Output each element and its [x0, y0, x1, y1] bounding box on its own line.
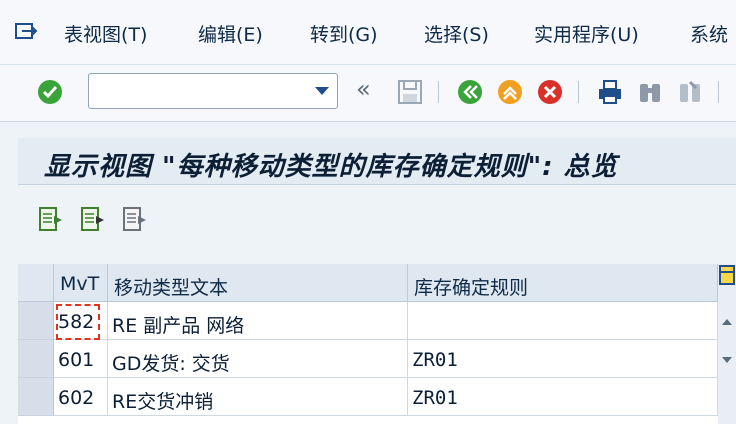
- menu-bar: 表视图(T) 编辑(E) 转到(G) 选择(S) 实用程序(U) 系统: [0, 0, 736, 65]
- cell-stock-determination-rule[interactable]: ZR01: [408, 340, 718, 378]
- collapse-command-icon[interactable]: «: [356, 75, 384, 103]
- previous-entry-icon[interactable]: [80, 206, 106, 232]
- enter-check-icon[interactable]: [36, 78, 64, 106]
- toolbar-separator: [578, 81, 579, 103]
- toolbar-separator: [438, 81, 439, 103]
- column-header-stock-determination-rule[interactable]: 库存确定规则: [408, 264, 718, 302]
- menu-system[interactable]: 系统: [690, 20, 728, 47]
- command-field[interactable]: [88, 73, 338, 109]
- chevron-down-icon[interactable]: [315, 87, 329, 95]
- screen-title-bar: 显示视图 "每种移动类型的库存确定规则": 总览: [18, 138, 736, 185]
- standard-toolbar: «: [0, 65, 736, 122]
- menu-edit[interactable]: 编辑(E): [198, 20, 263, 47]
- page-title: 显示视图 "每种移动类型的库存确定规则": 总览: [44, 152, 618, 182]
- details-icon[interactable]: [38, 206, 64, 232]
- table-control: MvT 移动类型文本 库存确定规则 582 RE 副产品 网络 601 GD发货…: [18, 264, 736, 424]
- menu-selection[interactable]: 选择(S): [424, 20, 489, 47]
- application-toolbar: [18, 186, 736, 248]
- table-row[interactable]: 601 GD发货: 交货 ZR01: [18, 340, 718, 378]
- cancel-icon[interactable]: [536, 78, 564, 106]
- toolbar-separator: [718, 81, 719, 103]
- cell-movement-type-text[interactable]: RE交货冲销: [108, 378, 408, 416]
- scroll-up-icon[interactable]: [721, 312, 733, 331]
- print-icon[interactable]: [596, 78, 624, 106]
- row-selector[interactable]: [18, 378, 54, 416]
- save-icon[interactable]: [396, 78, 424, 106]
- cell-stock-determination-rule[interactable]: ZR01: [408, 378, 718, 416]
- table-row[interactable]: 582 RE 副产品 网络: [18, 302, 718, 340]
- exit-icon[interactable]: [496, 78, 524, 106]
- table-row[interactable]: 602 RE交货冲销 ZR01: [18, 378, 718, 416]
- cell-mvt[interactable]: 602: [54, 378, 108, 416]
- row-selector[interactable]: [18, 302, 54, 340]
- cell-stock-determination-rule[interactable]: [408, 302, 718, 340]
- next-entry-icon[interactable]: [122, 206, 148, 232]
- column-settings-icon[interactable]: [719, 264, 735, 290]
- cell-movement-type-text[interactable]: GD发货: 交货: [108, 340, 408, 378]
- menu-utilities[interactable]: 实用程序(U): [534, 20, 639, 47]
- column-header-movement-type-text[interactable]: 移动类型文本: [108, 264, 408, 302]
- cell-movement-type-text[interactable]: RE 副产品 网络: [108, 302, 408, 340]
- menu-table-view[interactable]: 表视图(T): [64, 20, 147, 47]
- row-selector[interactable]: [18, 340, 54, 378]
- back-icon[interactable]: [456, 78, 484, 106]
- cell-mvt[interactable]: 601: [54, 340, 108, 378]
- find-next-icon[interactable]: [676, 78, 704, 106]
- cell-mvt[interactable]: 582: [54, 302, 108, 340]
- select-all-cell[interactable]: [18, 264, 54, 302]
- column-header-mvt[interactable]: MvT: [54, 264, 108, 302]
- vertical-scrollbar[interactable]: [718, 264, 736, 424]
- scroll-down-icon[interactable]: [721, 350, 733, 369]
- menu-goto[interactable]: 转到(G): [310, 20, 378, 47]
- system-menu-icon[interactable]: [14, 22, 38, 42]
- find-icon[interactable]: [636, 78, 664, 106]
